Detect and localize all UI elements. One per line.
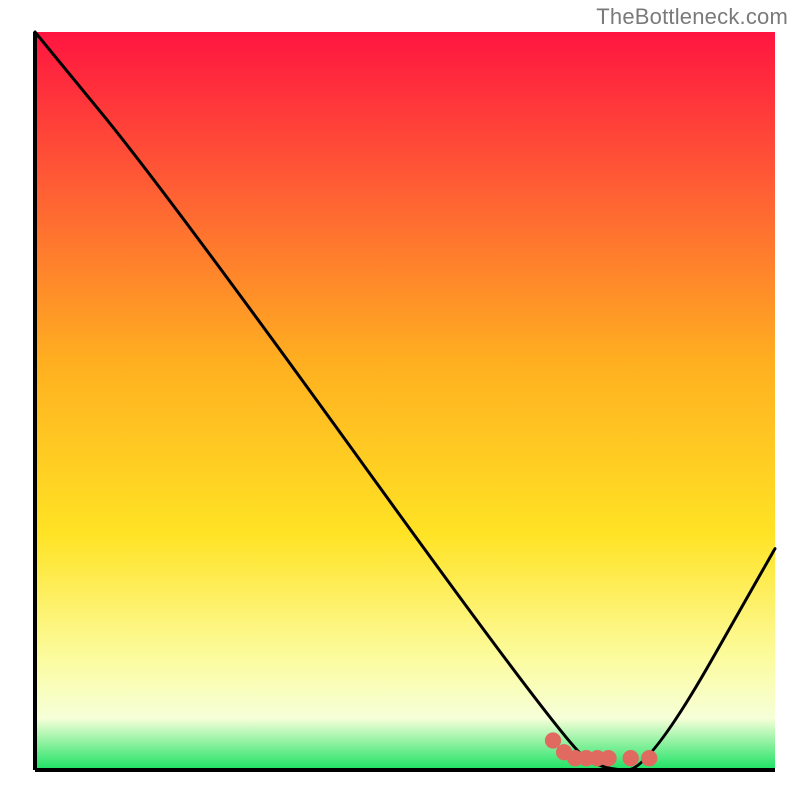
plot-background: [35, 32, 775, 770]
marker-dot: [545, 732, 561, 748]
marker-dot: [641, 750, 657, 766]
marker-dot: [600, 750, 616, 766]
bottleneck-curve-chart: [0, 0, 800, 800]
chart-container: TheBottleneck.com: [0, 0, 800, 800]
marker-dot: [623, 750, 639, 766]
